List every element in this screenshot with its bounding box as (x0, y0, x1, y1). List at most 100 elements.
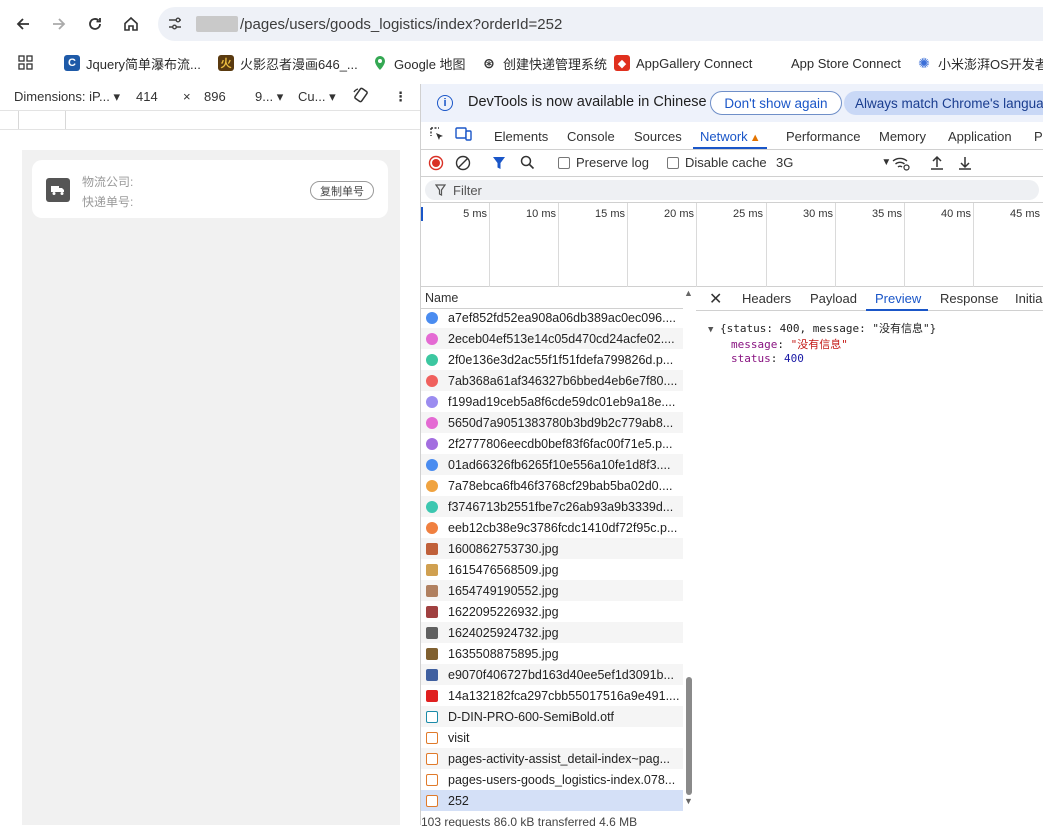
tab-sources[interactable]: Sources (634, 129, 682, 144)
request-row[interactable]: 1600862753730.jpg (421, 538, 683, 559)
request-row[interactable]: 5650d7a9051383780b3bd9b2c779ab8... (421, 412, 683, 433)
timeline-gridline (627, 203, 628, 287)
bookmark-appgallery[interactable]: ◆ AppGallery Connect (614, 54, 752, 72)
bookmark-express-system[interactable]: ⊛ 创建快递管理系统 (481, 54, 607, 72)
dimensions-select[interactable]: Dimensions: iP... ▾ (14, 89, 120, 105)
width-input[interactable]: 414 (136, 89, 158, 104)
site-info-icon[interactable] (166, 15, 184, 33)
clear-icon[interactable] (455, 155, 471, 171)
request-row[interactable]: 1615476568509.jpg (421, 559, 683, 580)
tab-more[interactable]: Pr (1034, 129, 1043, 144)
request-row[interactable]: e9070f406727bd163d40ee5ef1d3091b... (421, 664, 683, 685)
tab-console[interactable]: Console (567, 129, 615, 144)
throttling-select[interactable]: 3G ▼ (776, 155, 891, 170)
tab-headers[interactable]: Headers (742, 291, 791, 306)
import-har-icon[interactable] (930, 155, 944, 171)
request-row[interactable]: 14a132182fca297cbb55017516a9e491.... (421, 685, 683, 706)
request-row[interactable]: 1624025924732.jpg (421, 622, 683, 643)
request-name: e9070f406727bd163d40ee5ef1d3091b... (448, 667, 674, 682)
request-row[interactable]: 7ab368a61af346327b6bbed4eb6e7f80.... (421, 370, 683, 391)
tab-application[interactable]: Application (948, 129, 1012, 144)
apps-button[interactable] (18, 54, 34, 72)
always-match-language-button[interactable]: Always match Chrome's language (844, 91, 1043, 115)
expand-triangle-icon: ▼ (708, 325, 714, 335)
tab-payload[interactable]: Payload (810, 291, 857, 306)
close-icon[interactable]: ✕ (709, 289, 722, 309)
more-options-icon[interactable]: ⋮ (394, 89, 407, 105)
address-bar[interactable]: /pages/users/goods_logistics/index?order… (158, 7, 1043, 41)
request-row[interactable]: 01ad66326fb6265f10e556a10fe1d8f3.... (421, 454, 683, 475)
preserve-log-checkbox[interactable]: Preserve log (558, 155, 649, 170)
request-row[interactable]: 7a78ebca6fb46f3768cf29bab5ba02d0.... (421, 475, 683, 496)
request-row[interactable]: 1622095226932.jpg (421, 601, 683, 622)
json-key: message (731, 338, 778, 351)
bookmark-label: AppGallery Connect (636, 55, 753, 71)
xiaomi-hyperos-icon: ✺ (918, 54, 930, 71)
request-name: a7ef852fd52ea908a06db389ac0ec096.... (448, 310, 676, 325)
throttle-select[interactable]: Cu... ▾ (298, 89, 336, 105)
height-input[interactable]: 896 (204, 89, 226, 104)
network-overview-timeline[interactable]: 5 ms 10 ms 15 ms 20 ms 25 ms 30 ms 35 ms… (421, 203, 1043, 287)
inspect-element-icon[interactable] (429, 126, 445, 145)
tab-preview[interactable]: Preview (875, 291, 921, 306)
reload-button[interactable] (83, 12, 107, 36)
name-column-header[interactable]: Name (421, 287, 683, 309)
request-name: 01ad66326fb6265f10e556a10fe1d8f3.... (448, 457, 671, 472)
request-row[interactable]: 252 (421, 790, 683, 811)
image-icon (426, 626, 438, 639)
request-row[interactable]: D-DIN-PRO-600-SemiBold.otf (421, 706, 683, 727)
request-row[interactable]: 2f0e136e3d2ac55f1f51fdefa799826d.p... (421, 349, 683, 370)
tab-initiator[interactable]: Initia (1015, 291, 1042, 306)
image-icon (426, 584, 438, 597)
export-har-icon[interactable] (958, 155, 972, 171)
back-button[interactable] (11, 12, 35, 36)
bookmark-app-store-connect[interactable]: App Store Connect (769, 54, 901, 72)
tab-network[interactable]: Network ▲ (700, 129, 761, 144)
request-row[interactable]: 2f2777806eecdb0bef83f6fac00f71e5.p... (421, 433, 683, 454)
bookmark-google-maps[interactable]: Google 地图 (372, 54, 466, 72)
search-icon[interactable] (520, 155, 535, 170)
timeline-marker (421, 207, 423, 221)
tab-response[interactable]: Response (940, 291, 999, 306)
bookmark-label: Google 地图 (394, 56, 466, 72)
request-row[interactable]: visit (421, 727, 683, 748)
device-toggle-icon[interactable] (455, 126, 473, 145)
preview-summary-row[interactable]: ▼ {status: 400, message: "没有信息"} (708, 320, 936, 336)
filter-icon[interactable] (492, 155, 506, 171)
chevron-down-icon: ▼ (881, 157, 892, 168)
request-row[interactable]: 1654749190552.jpg (421, 580, 683, 601)
request-row[interactable]: a7ef852fd52ea908a06db389ac0ec096.... (421, 307, 683, 328)
request-list-scrollbar[interactable]: ▲ ▼ (683, 287, 695, 825)
zoom-select[interactable]: 9... ▾ (255, 89, 283, 105)
network-conditions-icon[interactable] (892, 155, 910, 171)
bookmark-naruto[interactable]: 火 火影忍者漫画646_... (218, 54, 358, 72)
request-row[interactable]: 1635508875895.jpg (421, 643, 683, 664)
home-button[interactable] (119, 12, 143, 36)
bookmark-jquery[interactable]: C Jquery简单瀑布流... (64, 54, 201, 72)
tab-performance[interactable]: Performance (786, 129, 860, 144)
request-row[interactable]: pages-users-goods_logistics-index.078... (421, 769, 683, 790)
bookmark-xiaomi[interactable]: ✺ 小米澎湃OS开发者... (916, 54, 1043, 72)
tab-elements[interactable]: Elements (494, 129, 548, 144)
scroll-down-icon[interactable]: ▼ (684, 796, 693, 806)
dont-show-again-button[interactable]: Don't show again (710, 91, 842, 115)
request-row[interactable]: pages-activity-assist_detail-index~pag..… (421, 748, 683, 769)
request-row[interactable]: 2eceb04ef513e14c05d470cd24acfe02.... (421, 328, 683, 349)
disable-cache-checkbox[interactable]: Disable cache (667, 155, 767, 170)
record-icon[interactable] (428, 155, 444, 171)
tab-memory[interactable]: Memory (879, 129, 926, 144)
scroll-thumb[interactable] (686, 677, 692, 795)
browser-toolbar: /pages/users/goods_logistics/index?order… (0, 0, 1043, 48)
copy-tracking-button[interactable]: 复制单号 (310, 181, 374, 200)
image-icon (426, 542, 438, 555)
request-row[interactable]: f199ad19ceb5a8f6cde59dc01eb9a18e.... (421, 391, 683, 412)
request-row[interactable]: eeb12cb38e9c3786fcdc1410df72f95c.p... (421, 517, 683, 538)
request-row[interactable]: f3746713b2551fbe7c26ab93a9b3339d... (421, 496, 683, 517)
scroll-up-icon[interactable]: ▲ (684, 288, 693, 298)
request-name: 2f0e136e3d2ac55f1f51fdefa799826d.p... (448, 352, 674, 367)
reload-icon (89, 18, 101, 30)
forward-button[interactable] (47, 12, 71, 36)
rotate-icon[interactable] (352, 86, 370, 107)
jquery-icon: C (64, 55, 80, 71)
filter-input[interactable]: Filter (425, 180, 1039, 200)
